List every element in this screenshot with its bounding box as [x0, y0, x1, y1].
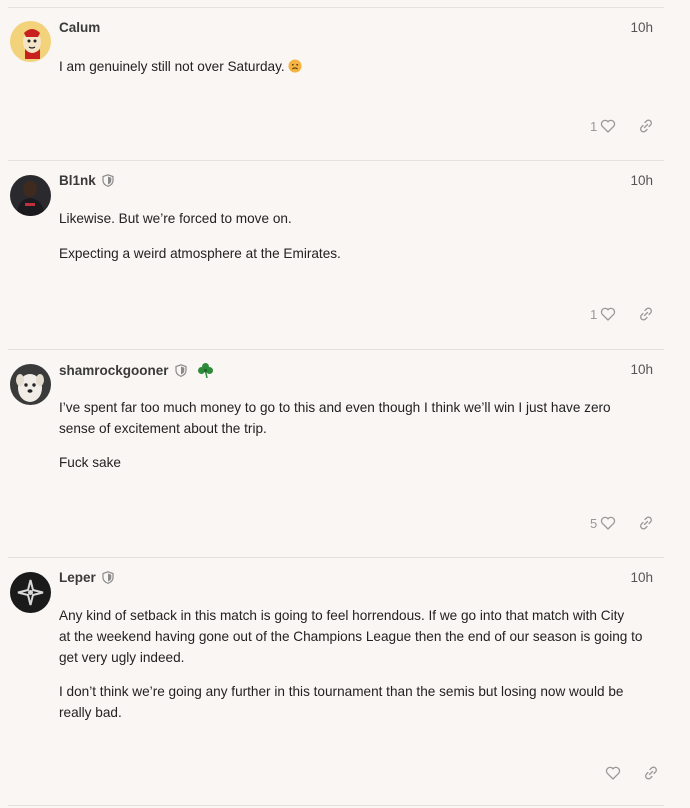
- username[interactable]: Calum: [59, 20, 100, 35]
- username[interactable]: shamrockgooner: [59, 362, 214, 379]
- post-actions: 1: [590, 118, 654, 134]
- like-button[interactable]: 1: [590, 118, 616, 134]
- shamrock-icon: [197, 363, 213, 379]
- avatar[interactable]: [10, 175, 51, 216]
- heart-icon: [605, 766, 621, 780]
- frowning-face-emoji: [288, 59, 303, 73]
- link-icon[interactable]: [638, 515, 654, 531]
- avatar[interactable]: [10, 572, 51, 613]
- post-divider: [8, 557, 664, 558]
- avatar[interactable]: [10, 21, 51, 62]
- like-button[interactable]: [602, 765, 621, 781]
- username[interactable]: Leper: [59, 570, 114, 585]
- post-divider: [8, 349, 664, 350]
- post-actions: [602, 765, 659, 781]
- like-button[interactable]: 1: [590, 306, 616, 322]
- post-text: Fuck sake: [59, 455, 121, 470]
- post-actions: 1: [590, 306, 654, 322]
- post-text: Any kind of setback in this match is goi…: [59, 608, 643, 665]
- post-divider: [8, 805, 664, 806]
- link-icon[interactable]: [643, 765, 659, 781]
- post-divider: [8, 160, 664, 161]
- post-divider: [8, 7, 664, 8]
- like-button[interactable]: 5: [590, 515, 616, 531]
- like-count: 1: [590, 118, 598, 134]
- heart-icon: [601, 516, 616, 530]
- post-text: Expecting a weird atmosphere at the Emir…: [59, 246, 341, 261]
- post-time[interactable]: 10h: [630, 20, 653, 35]
- link-icon[interactable]: [638, 306, 654, 322]
- shield-icon: [102, 174, 114, 187]
- post-actions: 5: [590, 515, 654, 531]
- post-text: I’ve spent far too much money to go to t…: [59, 400, 611, 436]
- post-text: Likewise. But we’re forced to move on.: [59, 211, 292, 226]
- post-time[interactable]: 10h: [630, 173, 653, 188]
- post-text: I don’t think we’re going any further in…: [59, 684, 624, 720]
- like-count: 5: [590, 515, 598, 531]
- post-time[interactable]: 10h: [630, 362, 653, 377]
- like-count: 1: [590, 306, 598, 322]
- shield-icon: [102, 571, 114, 584]
- post-time[interactable]: 10h: [630, 570, 653, 585]
- post-text: I am genuinely still not over Saturday.: [59, 56, 659, 77]
- avatar[interactable]: [10, 364, 51, 405]
- username[interactable]: Bl1nk: [59, 173, 114, 188]
- link-icon[interactable]: [638, 118, 654, 134]
- heart-icon: [601, 307, 616, 321]
- heart-icon: [601, 119, 616, 133]
- shield-icon: [174, 364, 187, 377]
